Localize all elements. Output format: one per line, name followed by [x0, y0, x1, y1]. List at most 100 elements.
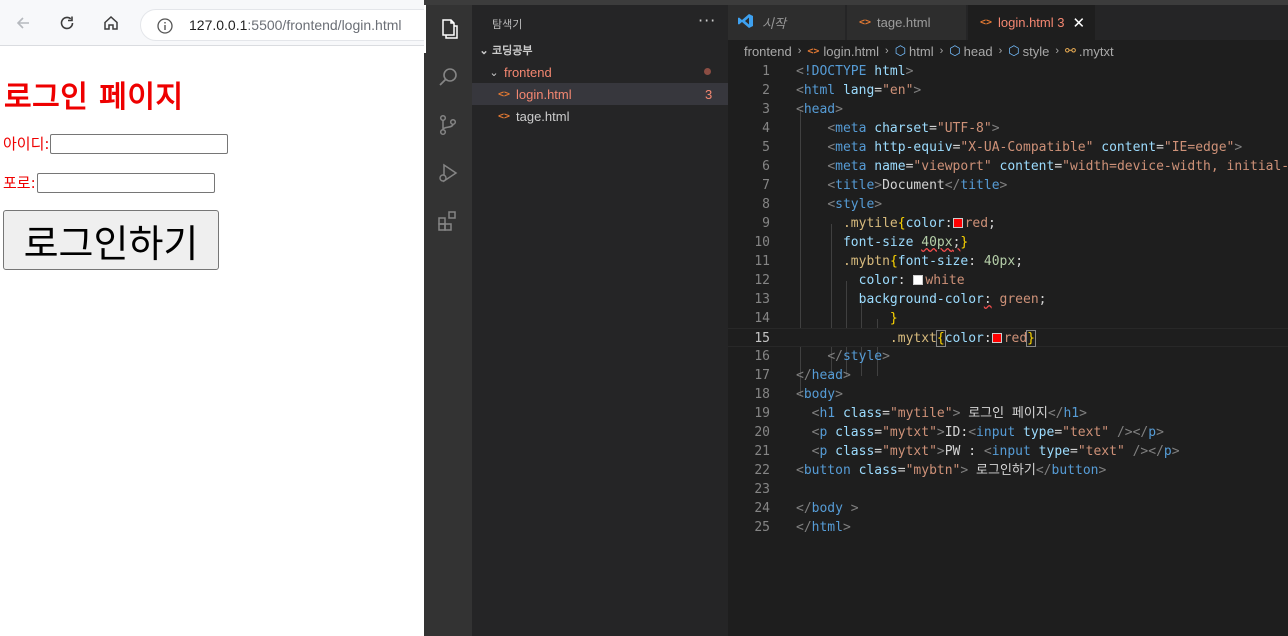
breadcrumb-item[interactable]: login.html [823, 44, 879, 59]
id-input[interactable] [50, 133, 229, 154]
site-info-icon[interactable] [156, 17, 174, 35]
activity-bar [424, 5, 472, 636]
file-label: login.html [516, 86, 572, 102]
code-line: 12 color: white [754, 273, 965, 288]
pw-row: 포로: [3, 172, 215, 193]
code-line: 19 <h1 class="mytile"> 로그인 페이지</h1> [754, 406, 1087, 421]
reload-icon[interactable] [53, 9, 81, 37]
code-line: 14 } [754, 311, 898, 326]
code-line: 5 <meta http-equiv="X-UA-Compatible" con… [762, 140, 1243, 155]
code-line: 4 <meta charset="UTF-8"> [762, 121, 1000, 136]
explorer-panel: 탐색기 ··· ⌄ 코딩공부 ⌄ frontend <> login.html … [472, 5, 728, 636]
color-swatch[interactable] [991, 332, 1002, 343]
code-line: 9 .mytile{color: red; [762, 216, 996, 231]
breadcrumb-item[interactable]: head [964, 44, 993, 59]
code-line: 2 <html lang="en"> [762, 83, 922, 98]
tab-label: login.html 3 [998, 15, 1065, 30]
id-label: 아이디: [3, 135, 50, 153]
chevron-right-icon: › [797, 45, 802, 57]
color-swatch[interactable] [913, 274, 924, 285]
breadcrumb-item[interactable]: .mytxt [1079, 44, 1114, 59]
breadcrumb-item[interactable]: html [909, 44, 934, 59]
html-icon: <> [498, 110, 511, 122]
file-tage-html[interactable]: <> tage.html [472, 105, 728, 127]
breadcrumb: frontend › <> login.html › ⬡ html › ⬡ he… [728, 40, 1288, 62]
tab-tage[interactable]: <> tage.html [847, 5, 967, 40]
address-bar[interactable]: 127.0.0.1:5500/frontend/login.html [140, 9, 424, 41]
url-text[interactable]: 127.0.0.1:5500/frontend/login.html [189, 17, 402, 33]
breadcrumb-item[interactable]: style [1023, 44, 1050, 59]
folder-frontend[interactable]: ⌄ frontend [472, 61, 728, 83]
chevron-down-icon: ⌄ [479, 44, 489, 57]
vscode-window: 탐색기 ··· ⌄ 코딩공부 ⌄ frontend <> login.html … [424, 0, 1288, 636]
chevron-right-icon: › [998, 45, 1003, 57]
page-title: 로그인 페이지 [4, 80, 184, 115]
code-line: 22 <button class="mybtn"> 로그인하기</button> [754, 463, 1107, 478]
url-host: 127.0.0.1 [189, 17, 248, 33]
chevron-right-icon: › [1055, 45, 1059, 57]
tab-label: tage.html [877, 15, 931, 30]
editor-tabs: 시작 <> tage.html <> login.html 3 ✕ [728, 5, 1288, 40]
breadcrumb-item[interactable]: frontend [744, 44, 792, 59]
home-icon[interactable] [97, 9, 125, 37]
code-line: 11 .mybtn{font-size: 40px; [754, 254, 1024, 269]
login-button[interactable]: 로그인하기 [3, 210, 219, 270]
explorer-icon[interactable] [424, 5, 472, 53]
url-path: :5500/frontend/login.html [247, 17, 402, 33]
code-line: 1 <!DOCTYPE html> [762, 64, 914, 79]
more-actions-icon[interactable]: ··· [698, 11, 716, 30]
run-debug-icon[interactable] [424, 149, 472, 197]
code-line: 23 [754, 482, 770, 497]
pw-input[interactable] [36, 172, 215, 193]
html-icon: <> [807, 45, 820, 57]
html-icon: <> [498, 88, 511, 100]
code-line: 10 font-size 40px;} [754, 235, 969, 250]
code-line: 8 <style> [762, 197, 883, 212]
code-line: 16 </style> [754, 349, 890, 364]
code-line: 13 background-color: green; [754, 292, 1047, 307]
code-line: 24 </body > [754, 501, 859, 516]
html-icon: <> [980, 17, 993, 28]
root-folder[interactable]: ⌄ 코딩공부 [472, 39, 728, 61]
root-folder-label: 코딩공부 [492, 45, 533, 57]
symbol-icon: ⬡ [949, 43, 961, 58]
chevron-right-icon: › [885, 45, 889, 57]
tab-start[interactable]: 시작 [728, 5, 846, 40]
explorer-title: 탐색기 [492, 19, 523, 31]
code-line: 20 <p class="mytxt">ID:<input type="text… [754, 425, 1164, 440]
page-content: 로그인 페이지 아이디: 포로: 로그인하기 [0, 46, 424, 636]
code-line-current: 15 .mytxt{color: red} [728, 328, 1288, 347]
code-line: 21 <p class="mytxt">PW : <input type="te… [754, 444, 1180, 459]
css-selector-icon: ⚯ [1065, 43, 1076, 58]
code-line: 3 <head> [762, 102, 843, 117]
tab-label: 시작 [762, 16, 786, 31]
tab-login[interactable]: <> login.html 3 ✕ [968, 5, 1096, 40]
html-icon: <> [859, 17, 872, 28]
symbol-icon: ⬡ [1008, 43, 1020, 58]
folder-label: frontend [504, 64, 552, 80]
vscode-logo-icon [738, 13, 754, 32]
browser-toolbar: 127.0.0.1:5500/frontend/login.html [0, 0, 424, 46]
code-line: 7 <title>Document</title> [762, 178, 1008, 193]
problem-dot [704, 68, 711, 75]
code-line: 17 </head> [754, 368, 851, 383]
source-control-icon[interactable] [424, 101, 472, 149]
file-label: tage.html [516, 108, 570, 124]
id-row: 아이디: [3, 133, 229, 154]
close-icon[interactable]: ✕ [1072, 14, 1085, 32]
search-icon[interactable] [424, 53, 472, 101]
error-count-badge: 3 [705, 86, 713, 102]
browser-window: 127.0.0.1:5500/frontend/login.html 로그인 페… [0, 0, 424, 636]
extensions-icon[interactable] [424, 197, 472, 245]
back-icon[interactable] [9, 9, 37, 37]
code-editor[interactable]: 1 <!DOCTYPE html> 2 <html lang="en"> 3 <hea… [728, 62, 1288, 636]
file-login-html[interactable]: <> login.html 3 [472, 83, 728, 105]
chevron-right-icon: › [939, 45, 944, 57]
code-line: 6 <meta name="viewport" content="width=d… [762, 159, 1288, 174]
code-line: 25 </html> [754, 520, 851, 535]
chevron-down-icon: ⌄ [489, 66, 499, 79]
symbol-icon: ⬡ [894, 43, 907, 58]
color-swatch[interactable] [952, 217, 963, 228]
pw-label: 포로: [3, 174, 36, 192]
code-line: 18 <body> [754, 387, 843, 402]
